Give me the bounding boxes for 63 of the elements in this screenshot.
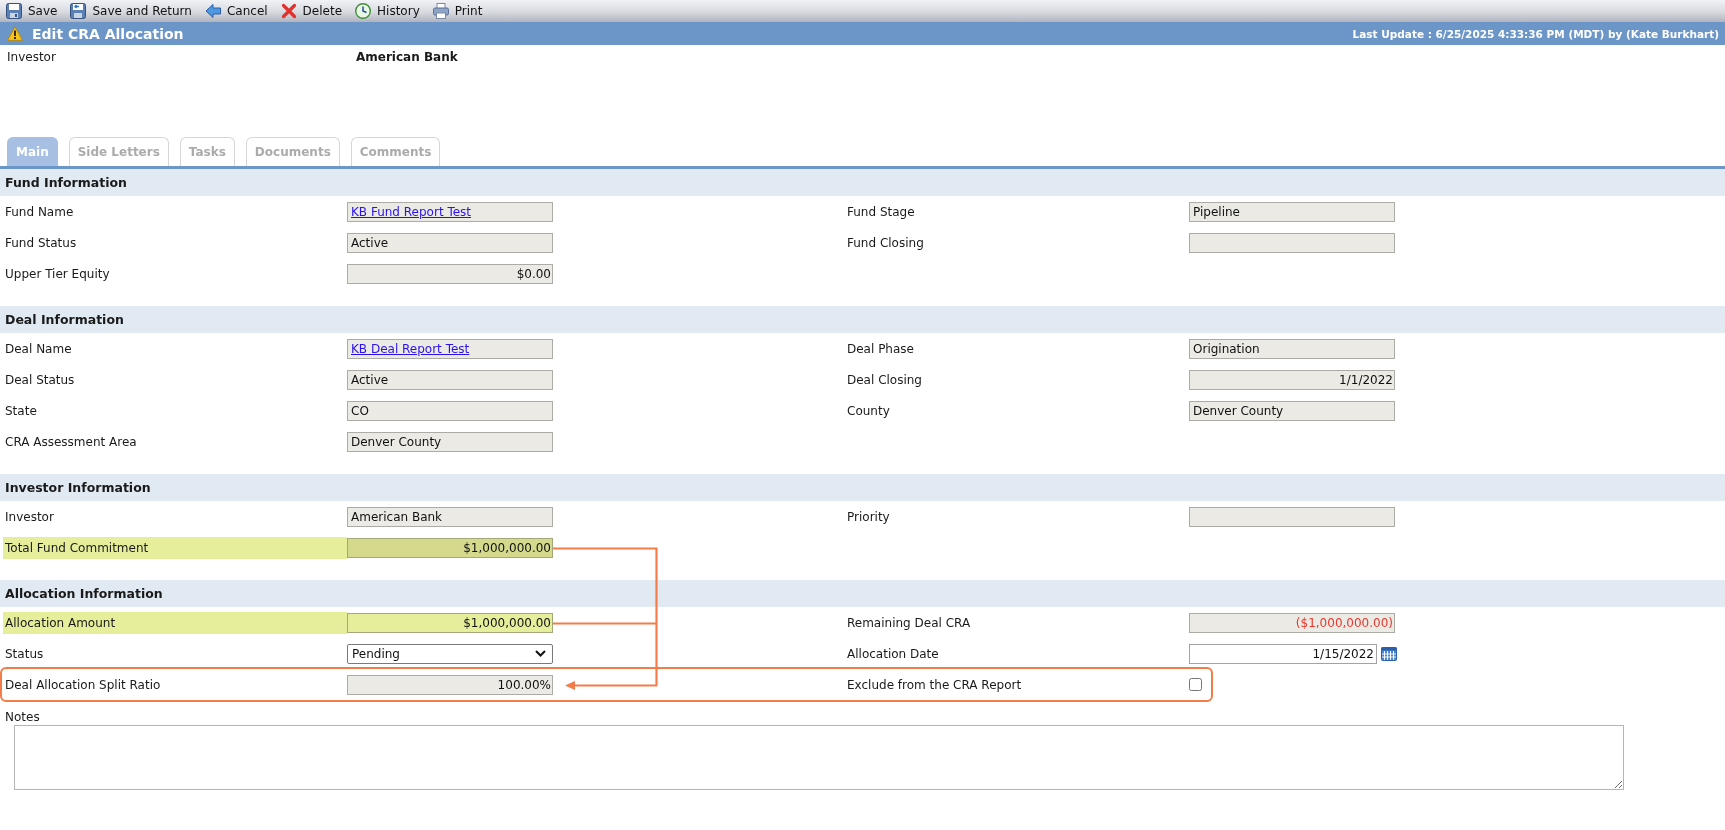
- field-label: Deal Closing: [847, 372, 922, 387]
- page-title: Edit CRA Allocation: [32, 25, 184, 42]
- last-update-text: Last Update : 6/25/2025 4:33:36 PM (MDT) by (Kate Burkhart): [1352, 27, 1719, 40]
- field-label: Allocation Date: [847, 646, 939, 661]
- save-button[interactable]: Save: [5, 3, 59, 19]
- section-header: Investor Information: [0, 474, 1725, 501]
- field-label: Remaining Deal CRA: [847, 615, 971, 630]
- save-and-return-button[interactable]: Save and Return: [69, 3, 193, 19]
- section-header: Fund Information: [0, 169, 1725, 196]
- summary-label: Investor: [7, 50, 57, 64]
- field-label: Deal Phase: [847, 341, 914, 356]
- field-label: Fund Stage: [847, 204, 915, 219]
- field-label: Fund Name: [5, 204, 74, 219]
- section-header: Allocation Information: [0, 580, 1725, 607]
- printer-icon: [432, 3, 449, 19]
- readonly-field: Pipeline: [1189, 201, 1395, 222]
- field-label: Total Fund Commitment: [5, 540, 149, 555]
- warning-icon: [7, 26, 23, 41]
- history-button[interactable]: History: [354, 3, 421, 19]
- readonly-field: 100.00%: [347, 674, 553, 695]
- field-label: State: [5, 403, 37, 418]
- field-label: Deal Name: [5, 341, 72, 356]
- field-label: Allocation Amount: [5, 615, 116, 630]
- section-header: Deal Information: [0, 306, 1725, 333]
- readonly-field: Denver County: [347, 431, 553, 452]
- notes-field[interactable]: [14, 725, 1624, 790]
- calendar-icon[interactable]: [1381, 646, 1397, 661]
- chevron-down-icon: [535, 650, 546, 657]
- readonly-field: Denver County: [1189, 400, 1395, 421]
- readonly-field: Origination: [1189, 338, 1395, 359]
- readonly-field: American Bank: [347, 506, 553, 527]
- readonly-field: 1/1/2022: [1189, 369, 1395, 390]
- field-label: Investor: [5, 509, 54, 524]
- field-label: Priority: [847, 509, 890, 524]
- clock-icon: [355, 3, 372, 19]
- amount-input[interactable]: $1,000,000.00: [347, 612, 553, 633]
- readonly-field: $1,000,000.00: [347, 537, 553, 558]
- field-label: Status: [5, 646, 44, 661]
- left-arrow-icon: [204, 3, 221, 19]
- readonly-field: ($1,000,000.00): [1189, 612, 1395, 633]
- status-select[interactable]: Pending: [347, 643, 553, 664]
- record-link[interactable]: KB Fund Report Test: [351, 204, 472, 219]
- cross-icon: [280, 3, 297, 19]
- readonly-field: Active: [347, 369, 553, 390]
- field-label: Fund Status: [5, 235, 77, 250]
- print-button[interactable]: Print: [431, 3, 484, 19]
- date-input[interactable]: 1/15/2022: [1189, 643, 1377, 664]
- field-label: Upper Tier Equity: [5, 266, 110, 281]
- readonly-field: CO: [347, 400, 553, 421]
- readonly-field: $0.00: [347, 263, 553, 284]
- field-label: Deal Status: [5, 372, 75, 387]
- delete-button[interactable]: Delete: [279, 3, 344, 19]
- field-label: Deal Allocation Split Ratio: [5, 677, 161, 692]
- field-label: County: [847, 403, 890, 418]
- field-label: Exclude from the CRA Report: [847, 677, 1022, 692]
- record-link[interactable]: KB Deal Report Test: [351, 341, 470, 356]
- cancel-button[interactable]: Cancel: [203, 3, 269, 19]
- readonly-field: Active: [347, 232, 553, 253]
- summary-value: American Bank: [356, 50, 458, 64]
- checkbox[interactable]: [1189, 678, 1202, 691]
- field-label: Fund Closing: [847, 235, 924, 250]
- notes-label: Notes: [5, 710, 40, 725]
- field-label: CRA Assessment Area: [5, 434, 137, 449]
